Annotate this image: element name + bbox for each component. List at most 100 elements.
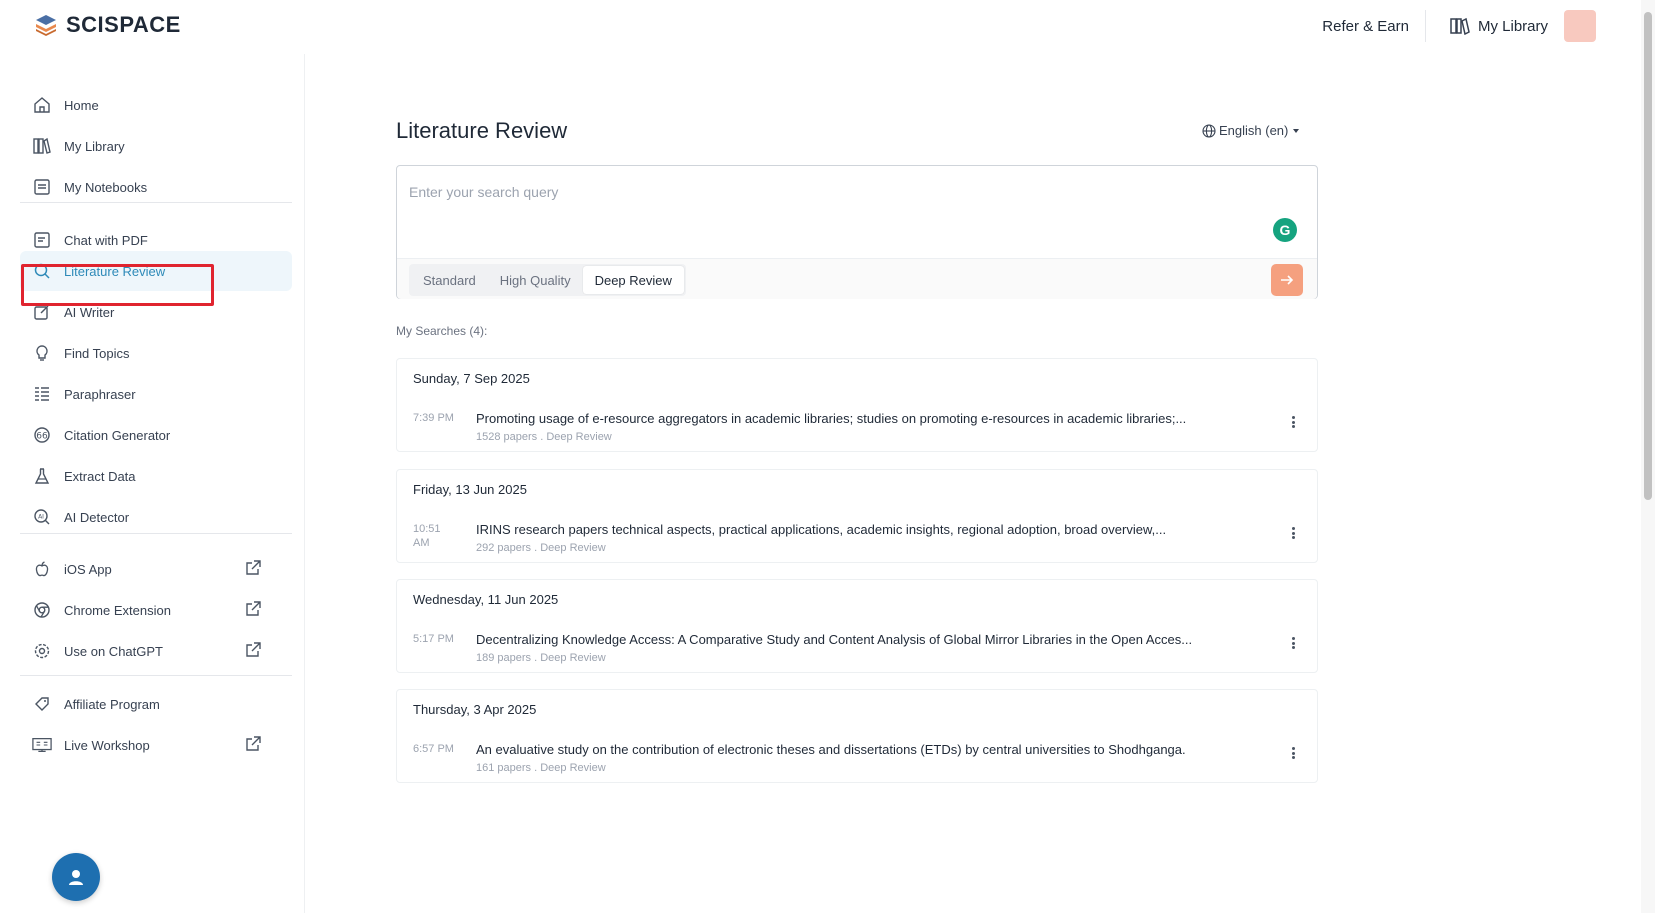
sidebar-item-my-notebooks[interactable]: My Notebooks — [20, 167, 292, 207]
more-options-icon[interactable] — [1287, 744, 1299, 762]
sidebar-item-label: Chrome Extension — [64, 602, 171, 618]
home-icon — [32, 95, 52, 115]
search-input[interactable] — [409, 180, 1269, 204]
sidebar-item-extract-data[interactable]: Extract Data — [20, 456, 292, 496]
workshop-icon — [32, 735, 52, 755]
sidebar-item-ai-detector[interactable]: AI AI Detector — [20, 497, 292, 537]
arrow-right-icon — [1281, 275, 1294, 285]
sidebar-item-label: Find Topics — [64, 345, 130, 361]
search-footer: Standard High Quality Deep Review — [397, 258, 1317, 299]
sidebar-item-ai-writer[interactable]: AI Writer — [20, 292, 292, 332]
sidebar-item-paraphraser[interactable]: Paraphraser — [20, 374, 292, 414]
external-link-icon — [246, 560, 261, 575]
caret-down-icon — [1293, 128, 1300, 133]
group-date: Wednesday, 11 Jun 2025 — [413, 592, 559, 607]
sidebar-item-my-library[interactable]: My Library — [20, 126, 292, 166]
mode-standard-tab[interactable]: Standard — [411, 266, 488, 294]
language-selector[interactable]: English (en) — [1202, 123, 1301, 138]
entry-time: 6:57 PM — [413, 743, 454, 755]
group-date: Sunday, 7 Sep 2025 — [413, 371, 530, 386]
list-icon — [32, 384, 52, 404]
page-scrollbar[interactable] — [1641, 0, 1655, 913]
sidebar-item-label: Use on ChatGPT — [64, 643, 163, 659]
sidebar-item-label: Home — [64, 97, 99, 113]
search-group: Wednesday, 11 Jun 2025 5:17 PM Decentral… — [396, 579, 1318, 673]
apple-icon — [32, 559, 52, 579]
help-chat-button[interactable] — [52, 853, 100, 901]
sidebar: Home My Library My Notebooks Chat with P… — [0, 54, 305, 913]
sidebar-item-label: iOS App — [64, 561, 112, 577]
chat-pdf-icon — [32, 230, 52, 250]
quote-icon: 66 — [32, 425, 52, 445]
mode-high-quality-tab[interactable]: High Quality — [488, 266, 583, 294]
globe-icon — [1202, 123, 1216, 138]
group-date: Thursday, 3 Apr 2025 — [413, 702, 537, 717]
sidebar-item-label: Affiliate Program — [64, 696, 160, 712]
sidebar-item-label: Chat with PDF — [64, 232, 148, 248]
sidebar-divider — [20, 675, 292, 676]
affiliate-icon — [32, 694, 52, 714]
entry-meta: 189 papers . Deep Review — [476, 652, 606, 664]
sidebar-item-label: Citation Generator — [64, 427, 171, 443]
sidebar-item-find-topics[interactable]: Find Topics — [20, 333, 292, 373]
sidebar-divider — [20, 202, 292, 203]
more-options-icon[interactable] — [1287, 413, 1299, 431]
sidebar-item-label: Live Workshop — [64, 737, 150, 753]
entry-meta: 292 papers . Deep Review — [476, 542, 606, 554]
search-entry-title[interactable]: IRINS research papers technical aspects,… — [476, 522, 1266, 537]
search-icon — [32, 261, 52, 281]
external-link-icon — [246, 642, 261, 657]
search-entry-title[interactable]: Promoting usage of e-resource aggregator… — [476, 411, 1266, 426]
sidebar-item-label: AI Writer — [64, 304, 115, 320]
my-library-label: My Library — [1477, 17, 1548, 35]
search-entry-title[interactable]: An evaluative study on the contribution … — [476, 742, 1266, 757]
external-link-icon — [246, 601, 261, 616]
language-label: English (en) — [1219, 123, 1289, 138]
sidebar-divider — [20, 533, 292, 534]
bulb-icon — [32, 343, 52, 363]
my-library-link[interactable]: My Library — [1426, 17, 1564, 35]
user-avatar[interactable] — [1564, 10, 1596, 42]
submit-search-button[interactable] — [1271, 264, 1303, 296]
library-icon — [1450, 17, 1470, 35]
grammarly-icon[interactable]: G — [1273, 218, 1297, 242]
mode-selector: Standard High Quality Deep Review — [409, 264, 686, 296]
page-title: Literature Review — [396, 118, 568, 143]
entry-meta: 1528 papers . Deep Review — [476, 431, 612, 443]
library-icon — [32, 136, 52, 156]
sidebar-item-live-workshop[interactable]: Live Workshop — [20, 725, 292, 765]
search-entry-title[interactable]: Decentralizing Knowledge Access: A Compa… — [476, 632, 1266, 647]
sidebar-item-use-on-chatgpt[interactable]: Use on ChatGPT — [20, 631, 292, 671]
sidebar-item-ios-app[interactable]: iOS App — [20, 549, 292, 589]
entry-time: 5:17 PM — [413, 633, 454, 645]
sidebar-item-chrome-extension[interactable]: Chrome Extension — [20, 590, 292, 630]
sidebar-item-home[interactable]: Home — [20, 85, 292, 125]
pen-icon — [32, 302, 52, 322]
mode-deep-review-tab[interactable]: Deep Review — [582, 266, 684, 294]
scrollbar-thumb[interactable] — [1644, 12, 1652, 500]
sidebar-item-citation-generator[interactable]: 66 Citation Generator — [20, 415, 292, 455]
search-box: G Standard High Quality Deep Review — [396, 165, 1318, 299]
external-link-icon — [246, 736, 261, 751]
sidebar-item-label: My Library — [64, 138, 125, 154]
sidebar-item-affiliate-program[interactable]: Affiliate Program — [20, 684, 292, 724]
notebook-icon — [32, 177, 52, 197]
search-group: Sunday, 7 Sep 2025 7:39 PM Promoting usa… — [396, 358, 1318, 452]
sidebar-item-label: Paraphraser — [64, 386, 136, 402]
search-group: Thursday, 3 Apr 2025 6:57 PM An evaluati… — [396, 689, 1318, 783]
svg-text:66: 66 — [36, 432, 48, 442]
refer-earn-link[interactable]: Refer & Earn — [1322, 10, 1426, 42]
more-options-icon[interactable] — [1287, 524, 1299, 542]
more-options-icon[interactable] — [1287, 634, 1299, 652]
flask-icon — [32, 466, 52, 486]
entry-time: 7:39 PM — [413, 412, 454, 424]
scispace-logo[interactable]: SCISPACE — [34, 12, 181, 38]
sidebar-item-literature-review[interactable]: Literature Review — [20, 251, 292, 291]
sidebar-item-label: My Notebooks — [64, 179, 148, 195]
svg-text:AI: AI — [38, 514, 44, 521]
sidebar-item-label: AI Detector — [64, 509, 130, 525]
top-bar: SCISPACE Refer & Earn My Library — [0, 0, 1640, 52]
brand-name: SCISPACE — [66, 12, 181, 37]
support-agent-icon — [69, 870, 83, 885]
search-group: Friday, 13 Jun 2025 10:51 AM IRINS resea… — [396, 469, 1318, 563]
